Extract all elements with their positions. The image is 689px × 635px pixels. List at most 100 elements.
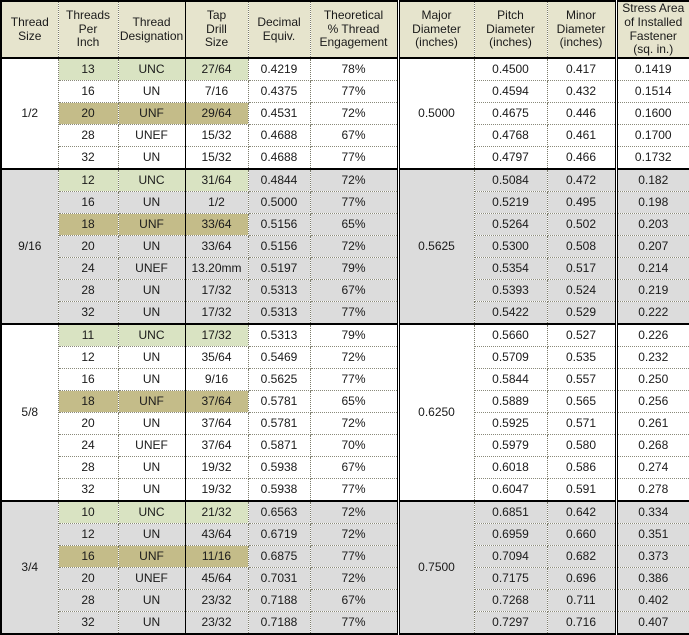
table-row[interactable]: 18UNF33/640.515665%0.52640.5020.203 (1, 214, 689, 236)
cell-pitch: 0.5925 (474, 413, 547, 435)
cell-minor: 0.527 (547, 324, 616, 347)
table-row[interactable]: 5/811UNC17/320.531379%0.62500.56600.5270… (1, 324, 689, 347)
cell-tpi: 20 (58, 236, 118, 258)
column-header-line: Major (400, 9, 474, 23)
table-row[interactable]: 20UN37/640.578172%0.59250.5710.261 (1, 413, 689, 435)
table-row[interactable]: 28UN19/320.593867%0.60180.5860.274 (1, 457, 689, 479)
cell-pitch: 0.4594 (474, 81, 547, 103)
cell-pitch: 0.7175 (474, 568, 547, 590)
table-row[interactable]: 32UN17/320.531377%0.54220.5290.222 (1, 302, 689, 325)
cell-stress: 0.1732 (616, 147, 689, 170)
table-row[interactable]: 32UN23/320.718877%0.72970.7160.407 (1, 612, 689, 635)
table-row[interactable]: 24UNEF37/640.587170%0.59790.5800.268 (1, 435, 689, 457)
cell-minor: 0.642 (547, 501, 616, 524)
cell-stress: 0.182 (616, 169, 689, 192)
cell-engagement: 72% (310, 413, 398, 435)
cell-decimal: 0.5197 (248, 258, 310, 280)
column-header-line: of Installed (618, 16, 689, 30)
cell-pitch: 0.5979 (474, 435, 547, 457)
cell-tap-drill: 9/16 (185, 369, 248, 391)
cell-minor: 0.565 (547, 391, 616, 413)
table-row[interactable]: 20UNEF45/640.703172%0.71750.6960.386 (1, 568, 689, 590)
column-header-threads_per_inch: ThreadsPerInch (58, 1, 118, 58)
cell-decimal: 0.4219 (248, 58, 310, 81)
table-row[interactable]: 16UN9/160.562577%0.58440.5570.250 (1, 369, 689, 391)
table-row[interactable]: 28UN17/320.531367%0.53930.5240.219 (1, 280, 689, 302)
tap-drill-reference-table: ThreadSizeThreadsPerInchThreadDesignatio… (0, 0, 689, 635)
cell-decimal: 0.6875 (248, 546, 310, 568)
cell-designation: UNEF (118, 435, 185, 457)
cell-tap-drill: 11/16 (185, 546, 248, 568)
table-row[interactable]: 24UNEF13.20mm0.519779%0.53540.5170.214 (1, 258, 689, 280)
table-row[interactable]: 32UN15/320.468877%0.47970.4660.1732 (1, 147, 689, 170)
cell-engagement: 65% (310, 214, 398, 236)
cell-tpi: 10 (58, 501, 118, 524)
column-header-decimal_equiv: DecimalEquiv. (248, 1, 310, 58)
table-row[interactable]: 16UNF11/160.687577%0.70940.6820.373 (1, 546, 689, 568)
cell-designation: UNC (118, 58, 185, 81)
cell-tpi: 12 (58, 524, 118, 546)
table-row[interactable]: 1/213UNC27/640.421978%0.50000.45000.4170… (1, 58, 689, 81)
cell-minor: 0.508 (547, 236, 616, 258)
column-header-line: (inches) (475, 36, 547, 50)
cell-decimal: 0.5871 (248, 435, 310, 457)
cell-tap-drill: 17/32 (185, 280, 248, 302)
table-row[interactable]: 12UN43/640.671972%0.69590.6600.351 (1, 524, 689, 546)
cell-stress: 0.1419 (616, 58, 689, 81)
cell-tap-drill: 43/64 (185, 524, 248, 546)
table-row[interactable]: 20UN33/640.515672%0.53000.5080.207 (1, 236, 689, 258)
column-header-tap_drill_size: TapDrillSize (185, 1, 248, 58)
cell-minor: 0.535 (547, 347, 616, 369)
cell-engagement: 78% (310, 58, 398, 81)
column-header-line: (inches) (400, 36, 474, 50)
cell-stress: 0.256 (616, 391, 689, 413)
cell-pitch: 0.7268 (474, 590, 547, 612)
cell-minor: 0.571 (547, 413, 616, 435)
cell-tpi: 20 (58, 413, 118, 435)
cell-engagement: 72% (310, 347, 398, 369)
cell-tap-drill: 17/32 (185, 302, 248, 325)
table-row[interactable]: 28UNEF15/320.468867%0.47680.4610.1700 (1, 125, 689, 147)
table-row[interactable]: 28UN23/320.718867%0.72680.7110.402 (1, 590, 689, 612)
cell-tpi: 16 (58, 81, 118, 103)
cell-engagement: 72% (310, 103, 398, 125)
cell-designation: UN (118, 236, 185, 258)
cell-minor: 0.417 (547, 58, 616, 81)
cell-engagement: 77% (310, 479, 398, 502)
cell-tpi: 24 (58, 435, 118, 457)
cell-tap-drill: 27/64 (185, 58, 248, 81)
cell-tap-drill: 37/64 (185, 391, 248, 413)
cell-decimal: 0.5313 (248, 302, 310, 325)
cell-engagement: 67% (310, 280, 398, 302)
cell-minor: 0.696 (547, 568, 616, 590)
cell-minor: 0.524 (547, 280, 616, 302)
cell-decimal: 0.7031 (248, 568, 310, 590)
cell-designation: UN (118, 524, 185, 546)
cell-major-diameter: 0.7500 (398, 501, 474, 634)
cell-stress: 0.274 (616, 457, 689, 479)
table-row[interactable]: 12UN35/640.546972%0.57090.5350.232 (1, 347, 689, 369)
cell-designation: UN (118, 347, 185, 369)
cell-pitch: 0.4675 (474, 103, 547, 125)
table-row[interactable]: 9/1612UNC31/640.484472%0.56250.50840.472… (1, 169, 689, 192)
column-header-line: Pitch (475, 9, 547, 23)
column-header-line: Threads (59, 9, 118, 23)
cell-tap-drill: 15/32 (185, 125, 248, 147)
column-header-line: Size (2, 30, 58, 44)
column-header-line: Diameter (475, 23, 547, 37)
table-row[interactable]: 32UN19/320.593877%0.60470.5910.278 (1, 479, 689, 502)
table-row[interactable]: 3/410UNC21/320.656372%0.75000.68510.6420… (1, 501, 689, 524)
cell-decimal: 0.4688 (248, 125, 310, 147)
cell-engagement: 67% (310, 590, 398, 612)
column-header-stress_area: Stress Areaof InstalledFastener(sq. in.) (616, 1, 689, 58)
table-row[interactable]: 18UNF37/640.578165%0.58890.5650.256 (1, 391, 689, 413)
table-row[interactable]: 20UNF29/640.453172%0.46750.4460.1600 (1, 103, 689, 125)
cell-tpi: 11 (58, 324, 118, 347)
table-row[interactable]: 16UN1/20.500077%0.52190.4950.198 (1, 192, 689, 214)
cell-minor: 0.711 (547, 590, 616, 612)
table-row[interactable]: 16UN7/160.437577%0.45940.4320.1514 (1, 81, 689, 103)
cell-decimal: 0.5938 (248, 479, 310, 502)
cell-engagement: 79% (310, 324, 398, 347)
cell-tap-drill: 29/64 (185, 103, 248, 125)
cell-stress: 0.1700 (616, 125, 689, 147)
